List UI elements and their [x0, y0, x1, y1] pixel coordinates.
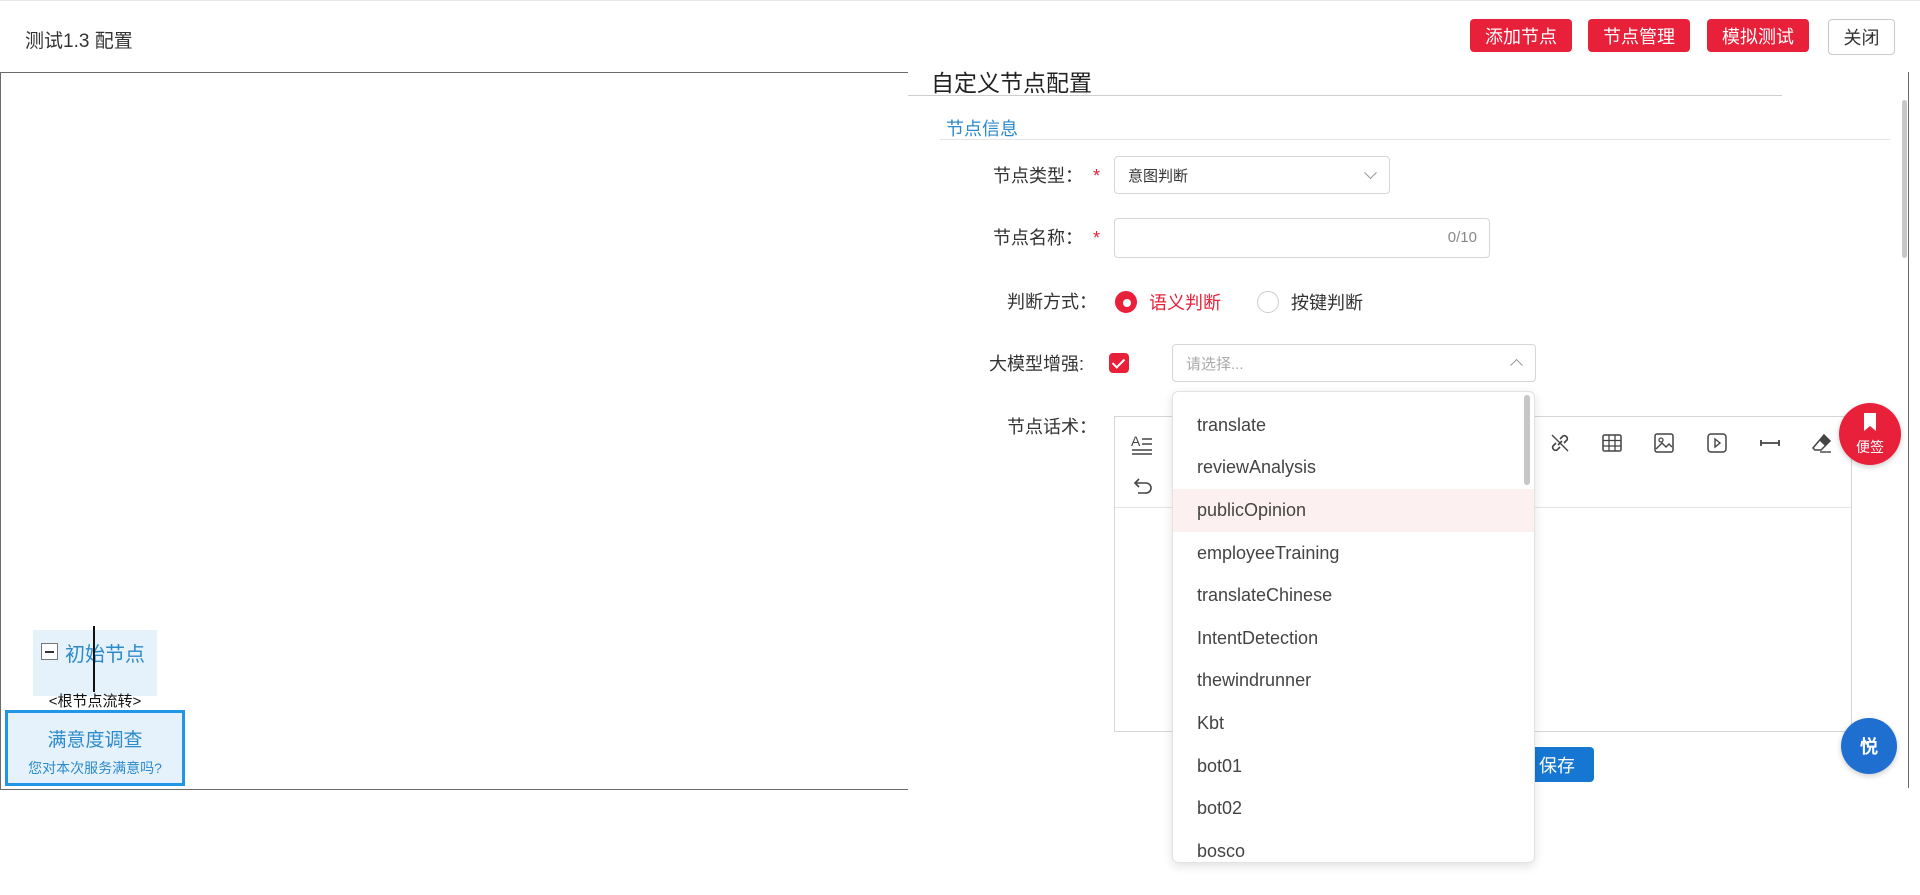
dropdown-option[interactable]: bosco — [1173, 830, 1534, 862]
child-node-title: 满意度调查 — [47, 730, 143, 751]
close-button[interactable]: 关闭 — [1828, 19, 1895, 55]
sticky-note-label: 便签 — [1856, 439, 1884, 455]
llm-dropdown-menu[interactable]: translate reviewAnalysis publicOpinion e… — [1172, 391, 1535, 863]
chat-assistant-icon: 悦 — [1860, 737, 1878, 757]
radio-keypress[interactable]: 按键判断 — [1257, 289, 1363, 315]
table-icon[interactable] — [1600, 431, 1624, 455]
eraser-icon[interactable] — [1810, 431, 1834, 455]
dropdown-option[interactable]: thewindrunner — [1173, 660, 1534, 703]
chevron-down-icon — [1364, 166, 1377, 180]
node-name-label: 节点名称： * — [993, 228, 1101, 248]
connector-line — [93, 626, 95, 692]
divider — [940, 139, 1890, 140]
node-name-field[interactable]: 0/10 — [1114, 218, 1490, 258]
app-root: 测试1.3 配置 添加节点 节点管理 模拟测试 关闭 初始节点 <根节点流转> … — [0, 0, 1920, 895]
node-manage-button[interactable]: 节点管理 — [1588, 19, 1690, 52]
flow-canvas[interactable]: 初始节点 <根节点流转> 满意度调查 您对本次服务满意吗? — [0, 72, 910, 790]
divider-icon[interactable] — [1758, 431, 1782, 455]
dropdown-option[interactable]: translateChinese — [1173, 574, 1534, 617]
root-node-label: 初始节点 — [65, 644, 145, 666]
dropdown-option[interactable]: bot02 — [1173, 787, 1534, 830]
root-node[interactable]: 初始节点 — [33, 630, 157, 696]
collapse-icon[interactable] — [41, 643, 58, 660]
node-script-label: 节点话术： — [1007, 417, 1097, 437]
dropdown-option-highlighted[interactable]: publicOpinion — [1173, 489, 1534, 532]
dropdown-padding — [1173, 392, 1534, 404]
undo-icon[interactable] — [1130, 475, 1154, 499]
radio-checked-icon — [1115, 291, 1137, 313]
top-border — [0, 0, 1920, 1]
dropdown-option[interactable]: translate — [1173, 404, 1534, 447]
chevron-up-icon — [1510, 358, 1523, 372]
node-type-select[interactable]: 意图判断 — [1114, 156, 1390, 194]
dropdown-option[interactable]: Kbt — [1173, 702, 1534, 745]
simulate-test-button[interactable]: 模拟测试 — [1707, 19, 1809, 52]
radio-unchecked-icon — [1257, 291, 1279, 313]
page-title: 测试1.3 配置 — [25, 31, 133, 52]
bookmark-icon — [1864, 413, 1876, 431]
video-icon[interactable] — [1705, 431, 1729, 455]
dropdown-option[interactable]: bot01 — [1173, 745, 1534, 788]
panel-edge — [1908, 72, 1909, 788]
dropdown-option[interactable]: reviewAnalysis — [1173, 447, 1534, 490]
llm-enhance-label: 大模型增强: — [989, 354, 1085, 374]
divider — [908, 95, 1782, 96]
dropdown-option[interactable]: IntentDetection — [1173, 617, 1534, 660]
add-node-button[interactable]: 添加节点 — [1470, 19, 1572, 52]
char-counter: 0/10 — [1447, 229, 1477, 246]
radio-keypress-label: 按键判断 — [1291, 293, 1363, 313]
dropdown-option[interactable]: employeeTraining — [1173, 532, 1534, 575]
node-type-label: 节点类型： * — [993, 166, 1101, 186]
radio-semantic[interactable]: 语义判断 — [1115, 289, 1221, 315]
text-format-icon[interactable]: A — [1130, 431, 1154, 455]
chat-assistant-button[interactable]: 悦 — [1841, 718, 1897, 774]
image-icon[interactable] — [1652, 431, 1676, 455]
llm-select-placeholder: 请选择... — [1186, 355, 1244, 373]
sticky-note-button[interactable]: 便签 — [1839, 403, 1901, 465]
radio-semantic-label: 语义判断 — [1149, 293, 1221, 313]
node-type-value: 意图判断 — [1128, 167, 1189, 185]
section-title: 节点信息 — [946, 119, 1018, 139]
child-node-subtitle: 您对本次服务满意吗? — [28, 760, 162, 776]
dropdown-scrollbar[interactable] — [1524, 395, 1530, 485]
panel-scrollbar[interactable] — [1902, 100, 1907, 258]
judge-mode-label: 判断方式： — [1007, 292, 1097, 312]
link-icon[interactable] — [1548, 431, 1572, 455]
child-node-satisfaction[interactable]: 满意度调查 您对本次服务满意吗? — [5, 710, 185, 786]
flow-label: <根节点流转> — [48, 693, 142, 710]
svg-text:A: A — [1131, 433, 1141, 449]
llm-select[interactable]: 请选择... — [1172, 344, 1536, 382]
llm-enhance-checkbox[interactable] — [1109, 353, 1129, 373]
panel-title: 自定义节点配置 — [931, 70, 1092, 96]
